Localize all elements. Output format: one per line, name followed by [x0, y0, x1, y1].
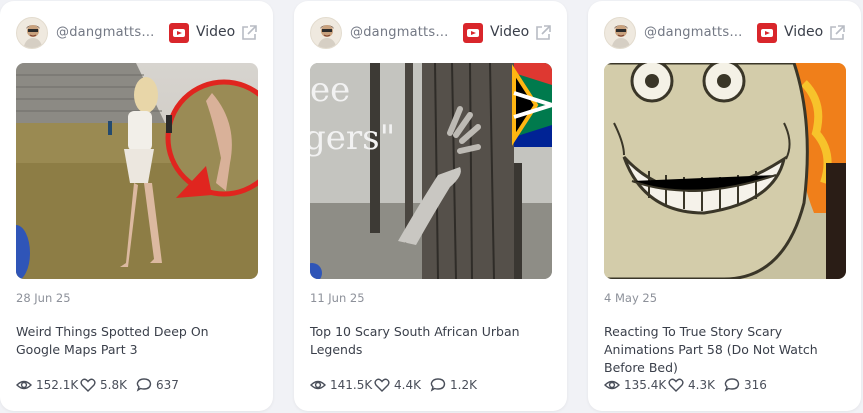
heart-icon — [374, 378, 390, 392]
youtube-icon — [463, 23, 483, 43]
card-header: @dangmattsm... Video — [16, 17, 259, 49]
youtube-icon — [169, 23, 189, 43]
video-card-row: @dangmattsm... Video 28 Jun 25 Weird Thi… — [0, 0, 863, 413]
heart-icon — [668, 378, 684, 392]
comment-icon — [724, 378, 740, 392]
post-date: 4 May 25 — [604, 291, 658, 305]
avatar[interactable] — [16, 17, 48, 49]
views-stat: 141.5K — [310, 376, 373, 396]
youtube-icon — [757, 23, 777, 43]
views-count: 135.4K — [624, 378, 667, 392]
external-link-icon[interactable] — [240, 24, 258, 42]
likes-count: 4.4K — [394, 378, 421, 392]
likes-stat: 4.4K — [374, 376, 430, 396]
stats-bar: 141.5K 4.4K 1.2K — [310, 376, 555, 396]
stats-bar: 135.4K 4.3K 316 — [604, 376, 849, 396]
comments-stat: 637 — [136, 376, 186, 396]
likes-stat: 5.8K — [80, 376, 136, 396]
avatar[interactable] — [310, 17, 342, 49]
video-title[interactable]: Weird Things Spotted Deep On Google Maps… — [16, 323, 256, 359]
heart-icon — [80, 378, 96, 392]
video-card[interactable]: @dangmattsm... Video — [0, 1, 273, 411]
thumbnail-text: gers" — [310, 118, 395, 158]
comments-stat: 316 — [724, 376, 774, 396]
likes-count: 5.8K — [100, 378, 127, 392]
comment-icon — [430, 378, 446, 392]
avatar[interactable] — [604, 17, 636, 49]
comment-icon — [136, 378, 152, 392]
external-link-icon[interactable] — [828, 24, 846, 42]
video-title[interactable]: Top 10 Scary South African Urban Legends — [310, 323, 550, 359]
stats-bar: 152.1K 5.8K 637 — [16, 376, 261, 396]
post-date: 28 Jun 25 — [16, 291, 71, 305]
likes-stat: 4.3K — [668, 376, 724, 396]
video-title[interactable]: Reacting To True Story Scary Animations … — [604, 323, 844, 377]
views-stat: 152.1K — [16, 376, 79, 396]
video-thumbnail[interactable]: ee gers" — [310, 63, 552, 279]
thumbnail-text: ee — [310, 70, 350, 110]
views-count: 152.1K — [36, 378, 79, 392]
comments-count: 316 — [744, 378, 767, 392]
eye-icon — [604, 380, 620, 390]
channel-handle[interactable]: @dangmattsm... — [644, 25, 752, 40]
video-card[interactable]: @dangmattsm... Video — [294, 1, 567, 411]
content-type-label: Video — [196, 24, 236, 40]
views-count: 141.5K — [330, 378, 373, 392]
channel-handle[interactable]: @dangmattsm... — [350, 25, 458, 40]
content-type-label: Video — [490, 24, 530, 40]
comments-count: 637 — [156, 378, 179, 392]
comments-count: 1.2K — [450, 378, 477, 392]
views-stat: 135.4K — [604, 376, 667, 396]
card-header: @dangmattsm... Video — [310, 17, 553, 49]
video-thumbnail[interactable] — [16, 63, 258, 279]
likes-count: 4.3K — [688, 378, 715, 392]
content-type-label: Video — [784, 24, 824, 40]
video-thumbnail[interactable] — [604, 63, 846, 279]
card-header: @dangmattsm... Video — [604, 17, 847, 49]
eye-icon — [310, 380, 326, 390]
comments-stat: 1.2K — [430, 376, 480, 396]
post-date: 11 Jun 25 — [310, 291, 365, 305]
video-card[interactable]: @dangmattsm... Video — [588, 1, 861, 411]
external-link-icon[interactable] — [534, 24, 552, 42]
channel-handle[interactable]: @dangmattsm... — [56, 25, 164, 40]
eye-icon — [16, 380, 32, 390]
